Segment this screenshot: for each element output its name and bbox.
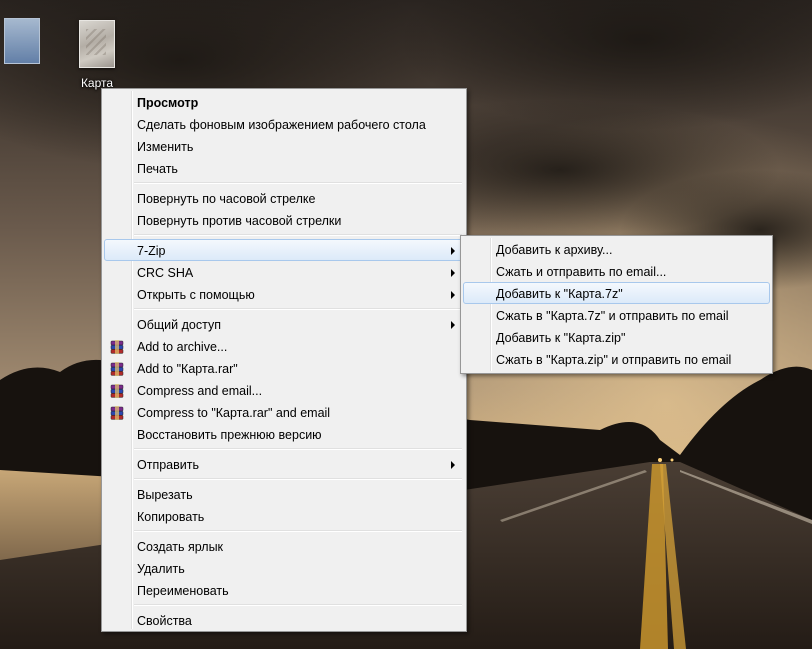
menu-separator bbox=[134, 182, 462, 184]
menu-item-создать-ярлык[interactable]: Создать ярлык bbox=[104, 535, 464, 557]
menu-item-добавить-к-карта-7z[interactable]: Добавить к "Карта.7z" bbox=[463, 282, 770, 304]
menu-separator bbox=[134, 234, 462, 236]
menu-item-label: Сжать в "Карта.7z" и отправить по email bbox=[496, 309, 729, 323]
menu-item-label: Восстановить прежнюю версию bbox=[137, 428, 322, 442]
submenu-arrow-icon bbox=[451, 269, 455, 277]
menu-item-удалить[interactable]: Удалить bbox=[104, 557, 464, 579]
menu-item-label: Копировать bbox=[137, 510, 205, 524]
context-menu: Просмотр Сделать фоновым изображением раб… bbox=[101, 88, 467, 632]
menu-item-изменить[interactable]: Изменить bbox=[104, 135, 464, 157]
menu-item-label: Переименовать bbox=[137, 584, 229, 598]
menu-item-compress-and-email[interactable]: Compress and email... bbox=[104, 379, 464, 401]
menu-item-просмотр[interactable]: Просмотр bbox=[104, 91, 464, 113]
menu-item-label: Добавить к "Карта.7z" bbox=[496, 287, 623, 301]
menu-item-crc-sha[interactable]: CRC SHA bbox=[104, 261, 464, 283]
submenu-arrow-icon bbox=[451, 247, 455, 255]
menu-item-открыть-с-помощью[interactable]: Открыть с помощью bbox=[104, 283, 464, 305]
menu-item-label: Удалить bbox=[137, 562, 185, 576]
menu-item-отправить[interactable]: Отправить bbox=[104, 453, 464, 475]
menu-item-переименовать[interactable]: Переименовать bbox=[104, 579, 464, 601]
menu-item-label: Добавить к архиву... bbox=[496, 243, 613, 257]
menu-item-label: Сделать фоновым изображением рабочего ст… bbox=[137, 118, 426, 132]
menu-separator bbox=[134, 478, 462, 480]
menu-item-7-zip[interactable]: 7-Zip bbox=[104, 239, 464, 261]
winrar-icon bbox=[109, 339, 125, 355]
menu-item-label: Отправить bbox=[137, 458, 199, 472]
winrar-icon bbox=[109, 383, 125, 399]
desktop-icon-partial[interactable] bbox=[0, 18, 48, 81]
winrar-icon bbox=[109, 405, 125, 421]
menu-item-add-to-archive[interactable]: Add to archive... bbox=[104, 335, 464, 357]
menu-item-label: Общий доступ bbox=[137, 318, 221, 332]
menu-item-свойства[interactable]: Свойства bbox=[104, 609, 464, 631]
menu-item-label: Открыть с помощью bbox=[137, 288, 255, 302]
menu-item-label: Compress and email... bbox=[137, 384, 263, 398]
menu-item-label: Сжать в "Карта.zip" и отправить по email bbox=[496, 353, 732, 367]
menu-item-label: Add to "Карта.rar" bbox=[137, 362, 238, 376]
winrar-icon bbox=[109, 361, 125, 377]
submenu-arrow-icon bbox=[451, 321, 455, 329]
menu-item-compress-to-карта-rar-and-email[interactable]: Compress to "Карта.rar" and email bbox=[104, 401, 464, 423]
menu-item-label: Печать bbox=[137, 162, 178, 176]
menu-item-копировать[interactable]: Копировать bbox=[104, 505, 464, 527]
menu-item-label: Compress to "Карта.rar" and email bbox=[137, 406, 331, 420]
menu-separator bbox=[134, 308, 462, 310]
menu-item-сжать-в-карта-7z-и-отправить-по-email[interactable]: Сжать в "Карта.7z" и отправить по email bbox=[463, 304, 770, 326]
menu-item-вырезать[interactable]: Вырезать bbox=[104, 483, 464, 505]
menu-item-label: Добавить к "Карта.zip" bbox=[496, 331, 626, 345]
image-thumbnail-icon bbox=[79, 20, 115, 68]
menu-item-сжать-в-карта-zip-и-отправить-по-email[interactable]: Сжать в "Карта.zip" и отправить по email bbox=[463, 348, 770, 370]
menu-item-восстановить-прежнюю-версию[interactable]: Восстановить прежнюю версию bbox=[104, 423, 464, 445]
menu-item-label: Свойства bbox=[137, 614, 192, 628]
menu-separator bbox=[134, 448, 462, 450]
menu-item-label: Просмотр bbox=[137, 96, 199, 110]
submenu-arrow-icon bbox=[451, 461, 455, 469]
menu-item-label: Add to archive... bbox=[137, 340, 228, 354]
menu-item-label: Повернуть по часовой стрелке bbox=[137, 192, 316, 206]
menu-item-label: Сжать и отправить по email... bbox=[496, 265, 667, 279]
menu-item-label: 7-Zip bbox=[137, 244, 166, 258]
menu-item-повернуть-против-часовой-стрелки[interactable]: Повернуть против часовой стрелки bbox=[104, 209, 464, 231]
menu-item-повернуть-по-часовой-стрелке[interactable]: Повернуть по часовой стрелке bbox=[104, 187, 464, 209]
menu-item-label: Создать ярлык bbox=[137, 540, 224, 554]
menu-item-общий-доступ[interactable]: Общий доступ bbox=[104, 313, 464, 335]
submenu-7zip: Добавить к архиву... Сжать и отправить по… bbox=[460, 235, 773, 374]
menu-item-добавить-к-карта-zip[interactable]: Добавить к "Карта.zip" bbox=[463, 326, 770, 348]
desktop-icon-karta[interactable]: Карта bbox=[70, 20, 124, 90]
menu-item-добавить-к-архиву[interactable]: Добавить к архиву... bbox=[463, 238, 770, 260]
folder-icon bbox=[4, 18, 40, 64]
menu-item-сделать-фоновым-изображением-рабочего-стола[interactable]: Сделать фоновым изображением рабочего ст… bbox=[104, 113, 464, 135]
menu-item-сжать-и-отправить-по-email[interactable]: Сжать и отправить по email... bbox=[463, 260, 770, 282]
menu-item-add-to-карта-rar[interactable]: Add to "Карта.rar" bbox=[104, 357, 464, 379]
menu-item-печать[interactable]: Печать bbox=[104, 157, 464, 179]
menu-item-label: Вырезать bbox=[137, 488, 193, 502]
menu-separator bbox=[134, 530, 462, 532]
menu-item-label: Изменить bbox=[137, 140, 194, 154]
menu-item-label: Повернуть против часовой стрелки bbox=[137, 214, 342, 228]
desktop-icon-label-partial bbox=[0, 68, 48, 81]
submenu-arrow-icon bbox=[451, 291, 455, 299]
menu-separator bbox=[134, 604, 462, 606]
menu-item-label: CRC SHA bbox=[137, 266, 194, 280]
